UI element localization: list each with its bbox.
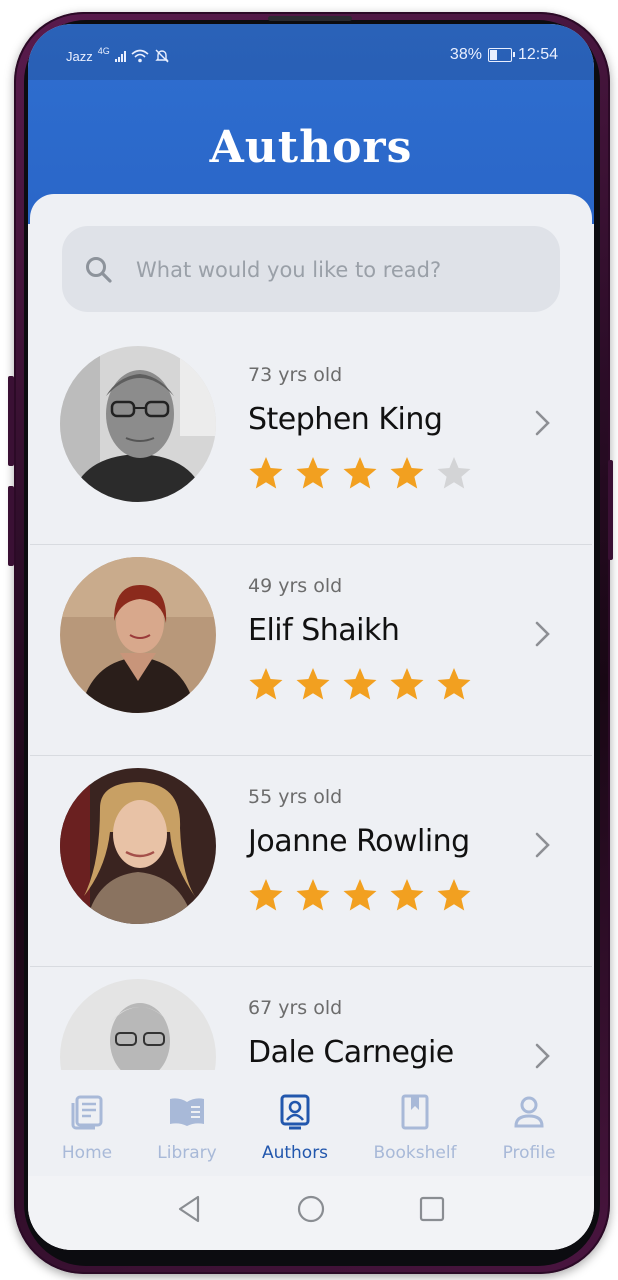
author-name: Dale Carnegie (248, 1035, 454, 1070)
author-age: 67 yrs old (248, 997, 343, 1019)
status-bar: Jazz 4G 38% 12:54 (28, 24, 594, 80)
network-type: 4G (97, 46, 110, 56)
recents-square-icon[interactable] (418, 1194, 446, 1224)
star-filled-icon (296, 879, 330, 911)
battery-percent: 38% (449, 46, 482, 63)
star-rating (248, 456, 472, 490)
status-right: 38% 12:54 (450, 46, 558, 64)
star-filled-icon (390, 668, 424, 700)
star-filled-icon (343, 668, 377, 700)
tab-label: Bookshelf (373, 1143, 457, 1163)
search-input[interactable] (134, 246, 538, 294)
star-rating (248, 667, 472, 701)
star-filled-icon (390, 457, 424, 489)
chevron-right-icon[interactable] (530, 617, 554, 651)
open-book-icon (170, 1098, 204, 1126)
star-rating (248, 878, 472, 912)
wifi-icon (131, 49, 149, 63)
author-name: Joanne Rowling (248, 824, 470, 859)
tab-label: Authors (261, 1143, 329, 1163)
star-filled-icon (296, 668, 330, 700)
star-empty-icon (437, 457, 471, 489)
author-row[interactable]: 73 yrs old Stephen King (30, 334, 592, 545)
bookmark-book-icon (401, 1094, 429, 1130)
battery-icon (487, 48, 515, 62)
author-row[interactable]: 55 yrs old Joanne Rowling (30, 756, 592, 967)
newspaper-icon (71, 1095, 103, 1130)
star-filled-icon (437, 879, 471, 911)
star-filled-icon (249, 668, 283, 700)
tab-label: Home (61, 1143, 113, 1163)
author-age: 55 yrs old (248, 786, 343, 808)
author-avatar (60, 346, 216, 502)
tab-bookshelf[interactable]: Bookshelf (360, 1094, 470, 1163)
author-name: Stephen King (248, 402, 443, 437)
tab-authors[interactable]: Authors (240, 1094, 350, 1163)
volume-button (8, 486, 14, 566)
power-button (608, 460, 613, 560)
volume-button (8, 376, 14, 466)
star-filled-icon (390, 879, 424, 911)
search-bar[interactable] (62, 226, 560, 312)
chevron-right-icon[interactable] (530, 1039, 554, 1073)
bell-muted-icon (155, 49, 169, 63)
bottom-tab-bar: Home Library Authors Bookshelf Profile (28, 1070, 594, 1180)
author-name: Elif Shaikh (248, 613, 400, 648)
chevron-right-icon[interactable] (530, 406, 554, 440)
star-filled-icon (343, 879, 377, 911)
app-screen: Jazz 4G 38% 12:54 Authors What would you… (28, 24, 594, 1250)
author-avatar (60, 768, 216, 924)
tab-home[interactable]: Home (32, 1094, 142, 1163)
tab-label: Profile (502, 1143, 556, 1163)
star-filled-icon (249, 457, 283, 489)
star-filled-icon (343, 457, 377, 489)
carrier-name: Jazz (66, 48, 93, 64)
author-age: 49 yrs old (248, 575, 343, 597)
author-age: 73 yrs old (248, 364, 343, 386)
author-row[interactable]: 49 yrs old Elif Shaikh (30, 545, 592, 756)
author-badge-icon (280, 1094, 310, 1130)
person-icon (514, 1096, 544, 1128)
star-filled-icon (437, 668, 471, 700)
back-triangle-icon[interactable] (176, 1194, 204, 1224)
tab-library[interactable]: Library (132, 1094, 242, 1163)
chevron-right-icon[interactable] (530, 828, 554, 862)
author-avatar (60, 557, 216, 713)
earpiece-speaker (268, 16, 352, 21)
home-circle-icon[interactable] (296, 1194, 326, 1224)
status-left: Jazz 4G (66, 46, 170, 64)
tab-profile[interactable]: Profile (474, 1094, 584, 1163)
author-list: 73 yrs old Stephen King 49 yrs old Elif … (30, 334, 592, 1178)
star-filled-icon (296, 457, 330, 489)
signal-icon (114, 50, 126, 62)
clock: 12:54 (517, 46, 558, 63)
system-nav-bar (28, 1176, 594, 1250)
star-filled-icon (249, 879, 283, 911)
tab-label: Library (157, 1143, 217, 1163)
page-title: Authors (209, 122, 413, 173)
search-icon (86, 257, 112, 283)
